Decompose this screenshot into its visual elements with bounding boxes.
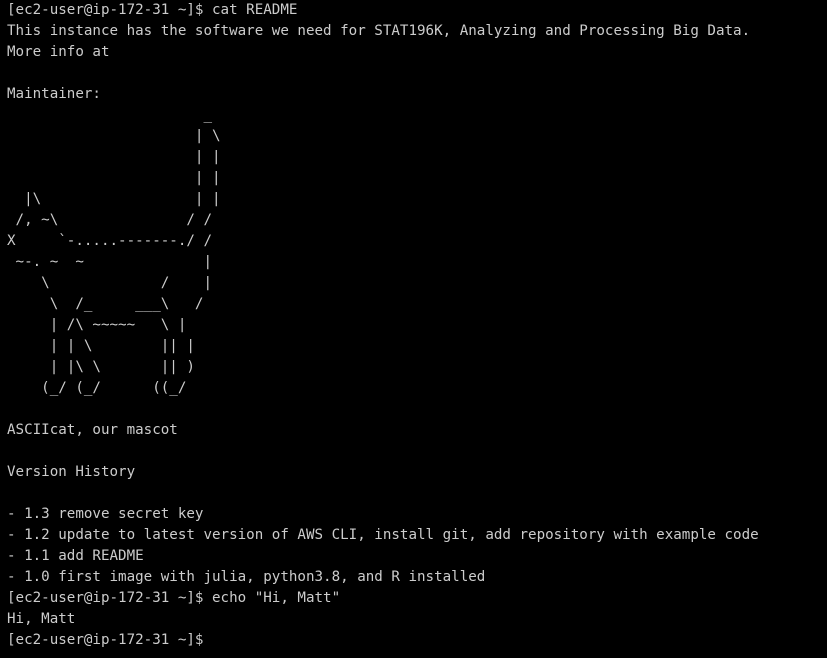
ascii-art-line: | \: [7, 128, 221, 144]
terminal-line: This instance has the software we need f…: [7, 23, 751, 39]
ascii-art-line: \ /_ ___\ /: [7, 296, 204, 312]
ascii-art-line: (_/ (_/ ((_/: [7, 380, 187, 396]
terminal-line: [ec2-user@ip-172-31 ~]$ cat README: [7, 2, 298, 18]
ascii-art-line: | /\ ~~~~~ \ |: [7, 317, 187, 333]
terminal-cursor: [212, 630, 221, 647]
terminal-line: More info at: [7, 44, 119, 60]
ascii-art-line: | |: [7, 149, 221, 165]
terminal-window[interactable]: [ec2-user@ip-172-31 ~]$ cat README This …: [0, 0, 827, 658]
terminal-line: [ec2-user@ip-172-31 ~]$ echo "Hi, Matt": [7, 590, 341, 606]
terminal-line: Hi, Matt: [7, 611, 76, 627]
terminal-line: Maintainer:: [7, 86, 101, 102]
ascii-art-line: X `-.....-------./ /: [7, 233, 212, 249]
ascii-art-line: _: [7, 107, 212, 123]
ascii-art-line: | | \ || |: [7, 338, 195, 354]
terminal-line: ASCIIcat, our mascot: [7, 422, 178, 438]
ascii-art-line: ~-. ~ ~ |: [7, 254, 212, 270]
ascii-art-line: |\ | |: [7, 191, 221, 207]
terminal-line: - 1.2 update to latest version of AWS CL…: [7, 527, 759, 543]
terminal-line: - 1.1 add README: [7, 548, 144, 564]
terminal-line: - 1.3 remove secret key: [7, 506, 204, 522]
prompt-text: [ec2-user@ip-172-31 ~]$: [7, 632, 212, 648]
ascii-art-line: | |: [7, 170, 221, 186]
terminal-line: Version History: [7, 464, 136, 480]
ascii-art-line: | |\ \ || ): [7, 359, 195, 375]
ascii-art-line: \ / |: [7, 275, 212, 291]
ascii-art-line: /, ~\ / /: [7, 212, 212, 228]
terminal-prompt-line[interactable]: [ec2-user@ip-172-31 ~]$: [7, 630, 827, 651]
terminal-line: - 1.0 first image with julia, python3.8,…: [7, 569, 486, 585]
